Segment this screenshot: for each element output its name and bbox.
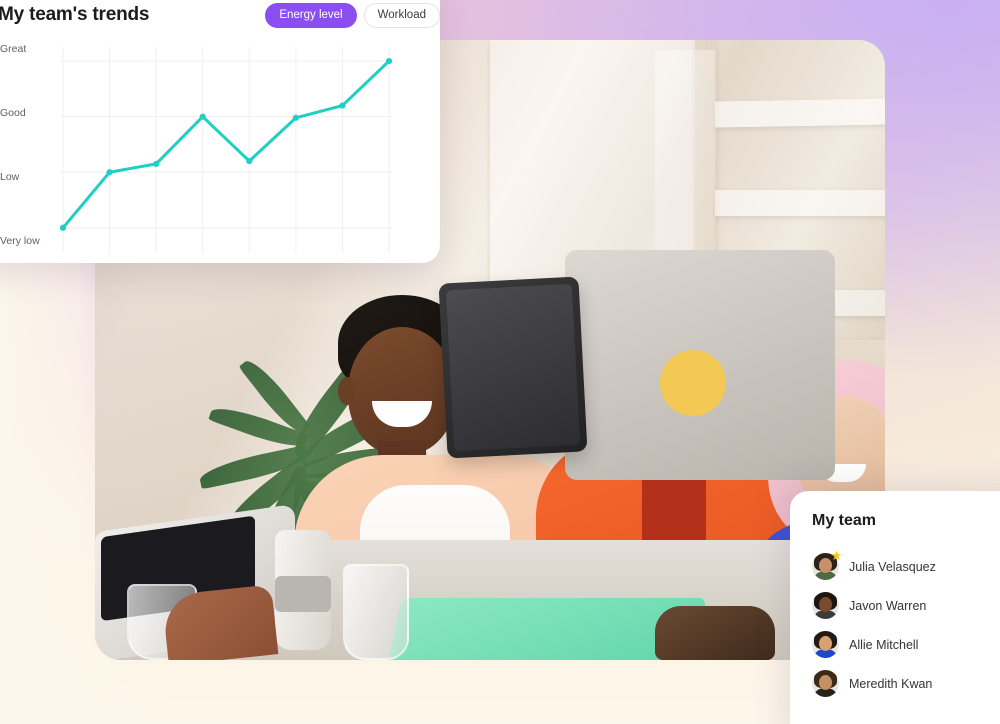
photo-stair-step	[714, 98, 885, 128]
chart-point[interactable]	[106, 169, 113, 176]
y-tick-great: Great	[0, 43, 27, 55]
team-member-row[interactable]: Javon Warren	[790, 586, 1000, 625]
photo-laptop-sticker	[660, 350, 726, 416]
avatar-image	[812, 670, 839, 697]
avatar: ★	[812, 549, 842, 580]
chart-point[interactable]	[153, 160, 160, 167]
photo-tablet	[438, 276, 588, 459]
app-screen: My team's trends Energy level Workload G…	[0, 0, 1000, 724]
avatar	[812, 631, 839, 658]
team-member-name: Javon Warren	[849, 598, 927, 613]
photo-glass	[343, 564, 409, 660]
trends-card: My team's trends Energy level Workload G…	[0, 0, 440, 263]
my-team-title: My team	[812, 512, 877, 529]
tab-energy-level[interactable]: Energy level	[265, 3, 357, 28]
avatar-image	[812, 631, 839, 658]
team-member-list: ★ Julia Velasquez Javon Warren Allie Mitche…	[790, 547, 1000, 703]
team-member-row[interactable]: Meredith Kwan	[790, 664, 1000, 703]
line-chart-svg	[60, 47, 392, 253]
chart-point[interactable]	[246, 158, 253, 165]
team-member-row[interactable]: ★ Julia Velasquez	[790, 547, 1000, 586]
chart-point[interactable]	[60, 224, 67, 231]
avatar	[812, 592, 839, 619]
avatar	[812, 670, 839, 697]
chart-gridlines	[60, 47, 392, 253]
photo-laptop-right	[565, 250, 835, 480]
photo-dark-object	[655, 606, 775, 660]
trends-chart: Great Good Low Very low	[0, 36, 440, 253]
avatar-image	[812, 592, 839, 619]
photo-stair-step	[715, 190, 885, 216]
team-member-row[interactable]: Allie Mitchell	[790, 625, 1000, 664]
tab-workload[interactable]: Workload	[363, 3, 440, 28]
my-team-card: My team ★ Julia Velasquez Javon Warren Alli…	[790, 491, 1000, 724]
photo-travel-mug	[275, 530, 331, 650]
team-member-name: Julia Velasquez	[849, 559, 936, 574]
team-member-name: Allie Mitchell	[849, 637, 919, 652]
y-tick-low: Low	[0, 171, 20, 183]
chart-point[interactable]	[385, 58, 392, 65]
page-title: My team's trends	[0, 4, 150, 25]
chart-plot-area	[60, 47, 392, 253]
chart-point[interactable]	[199, 113, 206, 120]
y-tick-good: Good	[0, 107, 26, 119]
star-icon: ★	[830, 548, 843, 563]
metric-toggle-group: Energy level Workload	[265, 3, 440, 28]
team-member-name: Meredith Kwan	[849, 676, 933, 691]
y-tick-very-low: Very low	[0, 235, 40, 247]
chart-point[interactable]	[292, 114, 299, 121]
chart-point[interactable]	[339, 102, 346, 109]
chart-line	[61, 59, 391, 230]
chart-y-axis: Great Good Low Very low	[0, 36, 62, 251]
